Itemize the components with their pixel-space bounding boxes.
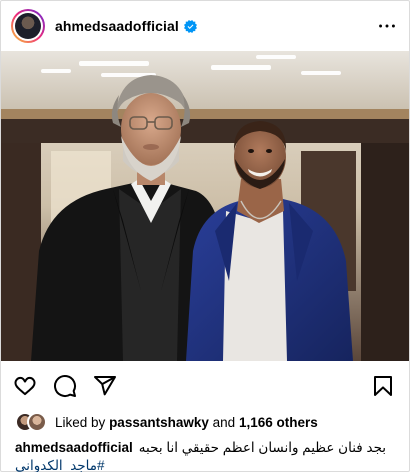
instagram-post: ahmedsaadofficial Liked by passantshawky…	[0, 0, 410, 472]
likes-middle: and	[212, 414, 236, 430]
post-photo[interactable]	[1, 51, 409, 361]
liker-avatars[interactable]	[15, 412, 49, 432]
caption-text: بجد فنان عظيم وانسان اعظم حقيقي انا بحبه	[138, 440, 387, 455]
username[interactable]: ahmedsaadofficial	[55, 18, 179, 34]
caption-hashtag[interactable]: #ماجد_الكدواني	[1, 457, 409, 472]
caption: ahmedsaadofficial بجد فنان عظيم وانسان اع…	[1, 433, 409, 457]
post-header: ahmedsaadofficial	[1, 1, 409, 51]
comment-button[interactable]	[53, 374, 77, 398]
caption-username[interactable]: ahmedsaadofficial	[15, 440, 133, 455]
liker-username[interactable]: passantshawky	[109, 415, 209, 430]
avatar-image	[15, 13, 41, 39]
heart-icon	[14, 376, 36, 396]
save-button[interactable]	[371, 374, 395, 398]
likes-prefix: Liked by	[55, 414, 106, 430]
verified-badge-icon	[183, 19, 197, 33]
comment-icon	[54, 375, 76, 397]
bookmark-icon	[374, 376, 392, 396]
like-button[interactable]	[13, 374, 37, 398]
likes-count[interactable]: 1,166 others	[239, 415, 318, 430]
avatar[interactable]	[11, 9, 45, 43]
likes-summary: Liked by passantshawky and 1,166 others	[1, 411, 409, 433]
liker-avatar	[27, 412, 47, 432]
more-options-button[interactable]	[375, 14, 399, 38]
hashtag-text: #ماجد_الكدواني	[15, 458, 105, 472]
post-actions	[1, 361, 409, 411]
post-photo-illustration	[1, 51, 409, 361]
more-horizontal-icon	[379, 24, 395, 28]
share-button[interactable]	[93, 374, 117, 398]
share-icon	[94, 376, 116, 396]
